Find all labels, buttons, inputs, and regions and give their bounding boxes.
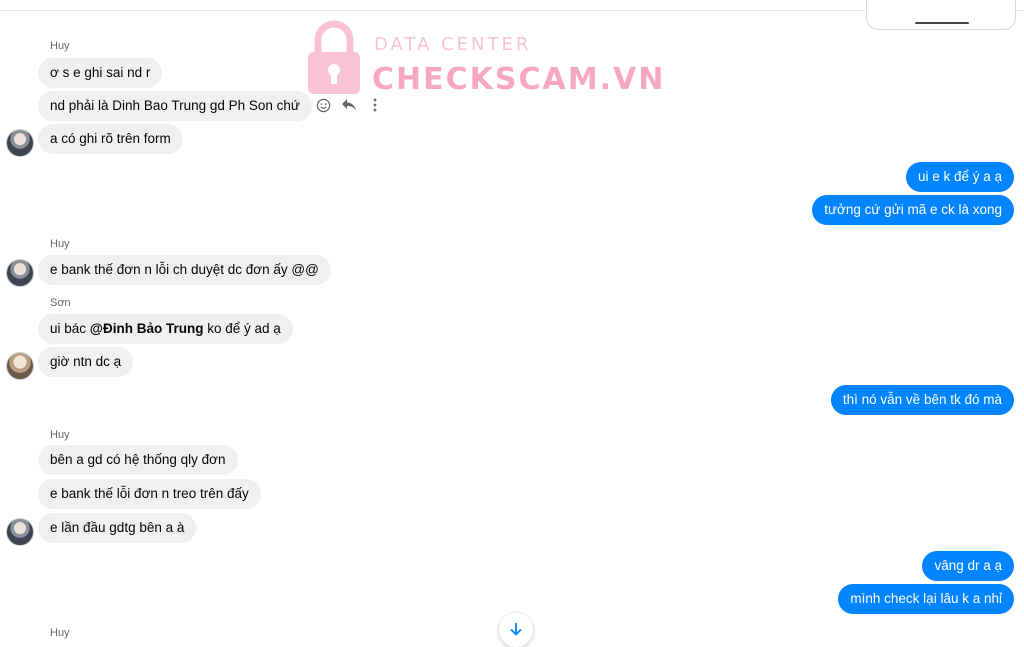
sender-name: Huy (50, 238, 70, 250)
attachment-bar (915, 22, 969, 24)
watermark-line2: CHECKSCAM.VN (372, 62, 666, 97)
outgoing-message[interactable]: vâng dr a ạ (922, 551, 1014, 581)
incoming-message[interactable]: e bank thế lỗi đơn n treo trên đấy (38, 479, 261, 509)
scroll-to-bottom-button[interactable] (499, 613, 533, 647)
outgoing-message[interactable]: tưởng cứ gửi mã e ck là xong (812, 195, 1014, 225)
avatar[interactable] (6, 518, 34, 546)
mention-link[interactable]: @Đinh Bảo Trung (90, 321, 204, 336)
incoming-message[interactable]: ơ s e ghi sai nd r (38, 58, 163, 88)
lock-icon (308, 20, 360, 94)
avatar[interactable] (6, 129, 34, 157)
previous-attachment-card[interactable] (866, 0, 1016, 30)
outgoing-message[interactable]: ui e k để ý a ạ (905, 162, 1014, 192)
watermark-line1: DATA CENTER (374, 34, 532, 55)
sender-name: Huy (50, 429, 70, 441)
incoming-message[interactable]: e bank thế đơn n lỗi ch duyệt dc đơn ấy … (38, 255, 331, 285)
incoming-message[interactable]: nd phải là Dinh Bao Trung gd Ph Son chứ (38, 91, 312, 121)
message-text: ko để ý ad ạ (203, 321, 281, 336)
incoming-message[interactable]: giờ ntn dc ạ (38, 347, 134, 377)
message-text: ui bác (50, 321, 90, 336)
message-actions (314, 96, 384, 114)
outgoing-message[interactable]: thì nó vẫn về bên tk đó mà (830, 385, 1014, 415)
more-icon[interactable] (366, 96, 384, 114)
incoming-message[interactable]: bên a gd có hệ thống qly đơn (38, 445, 238, 475)
sender-name: Sơn (50, 297, 71, 309)
avatar[interactable] (6, 352, 34, 380)
smiley-icon[interactable] (314, 96, 332, 114)
incoming-message[interactable]: a có ghi rõ trên form (38, 124, 183, 154)
arrow-down-icon (509, 620, 523, 641)
sender-name: Huy (50, 40, 70, 52)
sender-name: Huy (50, 627, 70, 639)
incoming-message[interactable]: e lần đầu gdtg bên a à (38, 513, 197, 543)
outgoing-message[interactable]: mình check lại lâu k a nhỉ (838, 584, 1014, 614)
avatar[interactable] (6, 259, 34, 287)
incoming-message-with-mention[interactable]: ui bác @Đinh Bảo Trung ko để ý ad ạ (38, 314, 293, 344)
watermark: DATA CENTER CHECKSCAM.VN (304, 18, 663, 98)
reply-icon[interactable] (340, 96, 358, 114)
